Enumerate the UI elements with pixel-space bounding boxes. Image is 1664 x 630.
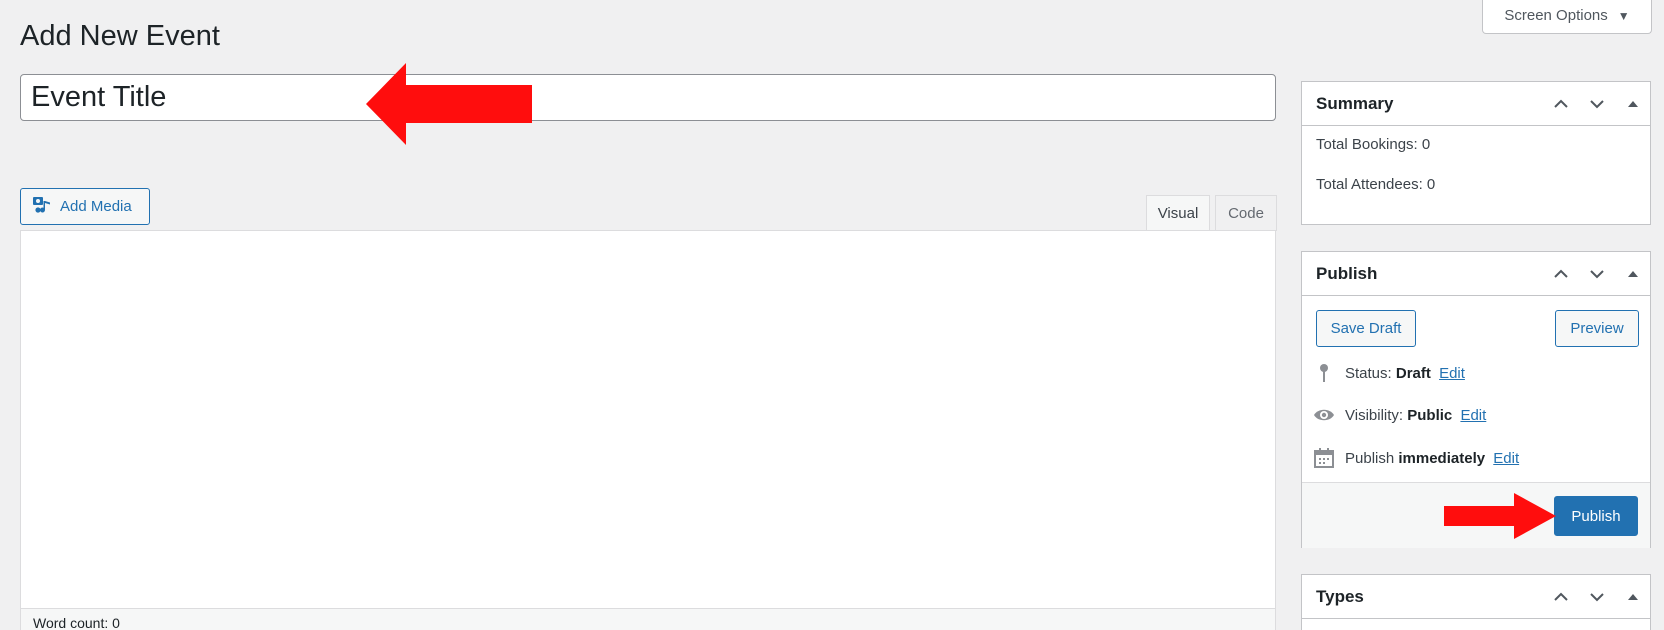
content-editor[interactable] xyxy=(20,230,1276,630)
word-count: Word count: 0 xyxy=(20,608,1276,630)
page-title: Add New Event xyxy=(20,20,220,52)
types-title: Types xyxy=(1316,586,1364,606)
summary-box: Summary Total Bookings: 0 Total Attendee… xyxy=(1301,81,1651,225)
media-icon xyxy=(32,195,52,219)
screen-options-button[interactable]: Screen Options ▼ xyxy=(1482,0,1652,34)
summary-title: Summary xyxy=(1316,93,1394,113)
publish-button[interactable]: Publish xyxy=(1554,496,1638,536)
publish-controls xyxy=(1550,252,1644,296)
types-header: Types xyxy=(1302,575,1650,619)
publish-time-row: Publish immediately Edit xyxy=(1313,445,1519,471)
preview-button[interactable]: Preview xyxy=(1555,310,1639,347)
eye-icon xyxy=(1313,404,1335,426)
triangle-up-icon[interactable] xyxy=(1622,93,1644,115)
status-label: Status: xyxy=(1345,364,1392,382)
screen-options-label: Screen Options xyxy=(1504,7,1608,24)
status-value: Draft xyxy=(1395,364,1431,382)
total-attendees: Total Attendees: 0 xyxy=(1316,176,1436,193)
tab-visual[interactable]: Visual xyxy=(1146,195,1210,231)
triangle-up-icon[interactable] xyxy=(1622,263,1644,285)
publish-time-label: Publish xyxy=(1345,449,1395,467)
edit-visibility-link[interactable]: Edit xyxy=(1460,407,1486,424)
event-title-input[interactable] xyxy=(20,74,1276,121)
chevron-up-icon[interactable] xyxy=(1550,263,1572,285)
red-arrow-left-icon xyxy=(366,63,532,145)
tab-code[interactable]: Code xyxy=(1215,195,1277,231)
triangle-up-icon[interactable] xyxy=(1622,586,1644,608)
save-draft-button[interactable]: Save Draft xyxy=(1316,310,1416,347)
calendar-icon xyxy=(1313,447,1335,469)
red-arrow-right-icon xyxy=(1444,493,1556,539)
chevron-down-icon[interactable] xyxy=(1586,586,1608,608)
types-controls xyxy=(1550,575,1644,619)
pin-icon xyxy=(1313,362,1335,384)
summary-header: Summary xyxy=(1302,82,1650,126)
publish-header: Publish xyxy=(1302,252,1650,296)
caret-down-icon: ▼ xyxy=(1617,8,1630,23)
chevron-up-icon[interactable] xyxy=(1550,93,1572,115)
add-media-label: Add Media xyxy=(60,198,132,215)
publish-title: Publish xyxy=(1316,263,1378,283)
publish-time-value: immediately xyxy=(1398,449,1486,467)
chevron-down-icon[interactable] xyxy=(1586,93,1608,115)
summary-controls xyxy=(1550,82,1644,126)
types-box: Types xyxy=(1301,574,1651,630)
visibility-value: Public xyxy=(1407,406,1453,424)
chevron-down-icon[interactable] xyxy=(1586,263,1608,285)
edit-status-link[interactable]: Edit xyxy=(1439,365,1465,382)
chevron-up-icon[interactable] xyxy=(1550,586,1572,608)
status-row: Status: Draft Edit xyxy=(1313,360,1465,386)
total-bookings: Total Bookings: 0 xyxy=(1316,136,1431,153)
visibility-label: Visibility: xyxy=(1345,406,1404,424)
edit-publish-time-link[interactable]: Edit xyxy=(1493,450,1519,467)
add-media-button[interactable]: Add Media xyxy=(20,188,150,225)
visibility-row: Visibility: Public Edit xyxy=(1313,402,1486,428)
